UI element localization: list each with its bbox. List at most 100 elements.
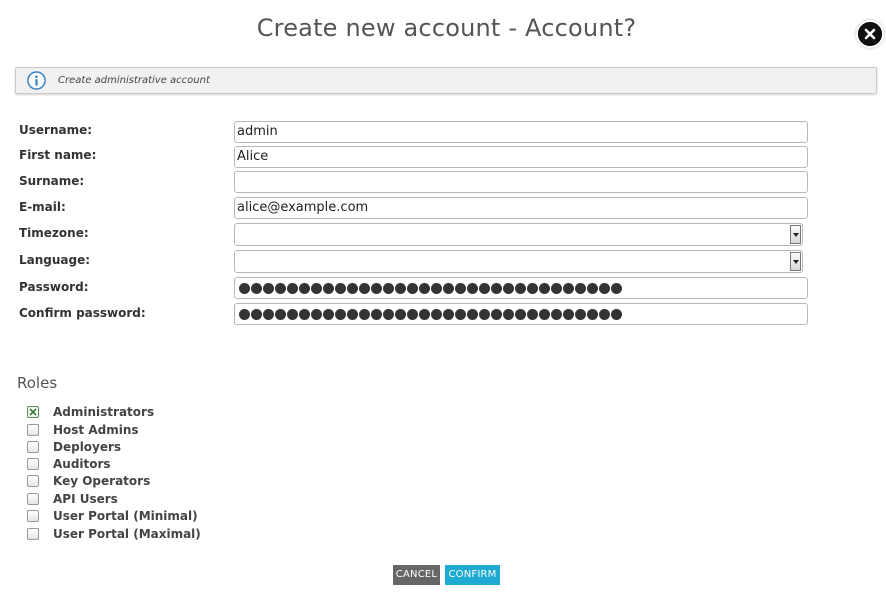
role-item[interactable]: Key Operators <box>27 473 150 489</box>
password-dot <box>491 308 502 320</box>
role-item[interactable]: User Portal (Minimal) <box>27 508 198 524</box>
password-dot <box>311 308 322 320</box>
chevron-down-icon[interactable] <box>790 225 801 244</box>
password-dot <box>503 308 514 320</box>
email-input[interactable]: alice@example.com <box>234 197 808 219</box>
password-dot <box>527 308 538 320</box>
confirm-password-mask <box>237 304 805 324</box>
password-dot <box>563 308 574 320</box>
timezone-label: Timezone: <box>19 226 89 240</box>
password-dot <box>539 282 550 294</box>
role-checkbox[interactable] <box>27 528 39 540</box>
password-mask <box>237 278 805 298</box>
password-dot <box>239 308 250 320</box>
password-dot <box>407 308 418 320</box>
password-dot <box>479 308 490 320</box>
password-dot <box>275 308 286 320</box>
password-dot <box>527 282 538 294</box>
role-label: User Portal (Minimal) <box>53 509 198 523</box>
password-dot <box>347 282 358 294</box>
confirm-button[interactable]: CONFIRM <box>445 565 500 585</box>
role-label: Deployers <box>53 440 122 454</box>
password-dot <box>251 282 262 294</box>
password-dot <box>371 282 382 294</box>
firstname-input[interactable]: Alice <box>234 146 808 168</box>
role-item[interactable]: Deployers <box>27 439 121 455</box>
username-row: Username: admin <box>19 121 819 145</box>
confirm-password-input[interactable] <box>234 303 808 325</box>
surname-label: Surname: <box>19 174 85 188</box>
role-item[interactable]: User Portal (Maximal) <box>27 526 201 542</box>
password-row: Password: <box>19 277 819 301</box>
password-dot <box>587 308 598 320</box>
close-icon <box>864 28 876 40</box>
password-dot <box>419 308 430 320</box>
cancel-button[interactable]: CANCEL <box>393 565 440 585</box>
role-checkbox[interactable] <box>27 510 39 522</box>
role-label: User Portal (Maximal) <box>53 527 201 541</box>
password-dot <box>299 308 310 320</box>
password-dot <box>443 308 454 320</box>
role-checkbox[interactable] <box>27 458 39 470</box>
password-label: Password: <box>19 280 89 294</box>
role-item[interactable]: API Users <box>27 491 118 507</box>
password-dot <box>479 282 490 294</box>
password-dot <box>551 282 562 294</box>
password-dot <box>455 308 466 320</box>
password-dot <box>251 308 262 320</box>
password-dot <box>287 282 298 294</box>
password-dot <box>599 282 610 294</box>
password-dot <box>539 308 550 320</box>
role-label: Host Admins <box>53 423 139 437</box>
confirm-password-row: Confirm password: <box>19 303 819 327</box>
password-dot <box>467 282 478 294</box>
close-button[interactable] <box>858 22 882 46</box>
role-item[interactable]: Administrators <box>27 404 154 420</box>
password-dot <box>335 282 346 294</box>
role-checkbox[interactable] <box>27 441 39 453</box>
password-dot <box>311 282 322 294</box>
firstname-label: First name: <box>19 148 97 162</box>
password-dot <box>371 308 382 320</box>
role-checkbox[interactable] <box>27 424 39 436</box>
password-dot <box>515 308 526 320</box>
password-dot <box>515 282 526 294</box>
password-dot <box>395 308 406 320</box>
check-mark-icon <box>29 408 37 416</box>
chevron-down-icon[interactable] <box>790 252 801 271</box>
password-dot <box>395 282 406 294</box>
role-checkbox[interactable] <box>27 406 39 418</box>
password-dot <box>587 282 598 294</box>
password-dot <box>299 282 310 294</box>
surname-input[interactable] <box>234 171 808 193</box>
password-dot <box>455 282 466 294</box>
password-input[interactable] <box>234 277 808 299</box>
password-dot <box>431 308 442 320</box>
password-dot <box>611 282 622 294</box>
language-select[interactable] <box>234 250 803 273</box>
password-dot <box>263 282 274 294</box>
password-dot <box>323 308 334 320</box>
password-dot <box>359 282 370 294</box>
password-dot <box>347 308 358 320</box>
password-dot <box>323 282 334 294</box>
password-dot <box>611 308 622 320</box>
role-checkbox[interactable] <box>27 475 39 487</box>
password-dot <box>287 308 298 320</box>
info-text: Create administrative account <box>58 75 210 86</box>
role-checkbox[interactable] <box>27 493 39 505</box>
timezone-select[interactable] <box>234 223 803 246</box>
role-label: API Users <box>53 492 118 506</box>
password-dot <box>275 282 286 294</box>
password-dot <box>467 308 478 320</box>
role-item[interactable]: Auditors <box>27 456 111 472</box>
role-item[interactable]: Host Admins <box>27 422 139 438</box>
role-label: Auditors <box>53 457 111 471</box>
username-input[interactable]: admin <box>234 121 808 143</box>
password-dot <box>383 308 394 320</box>
info-banner: Create administrative account <box>15 67 877 94</box>
password-dot <box>239 282 250 294</box>
language-row: Language: <box>19 250 819 274</box>
password-dot <box>383 282 394 294</box>
email-label: E-mail: <box>19 200 66 214</box>
